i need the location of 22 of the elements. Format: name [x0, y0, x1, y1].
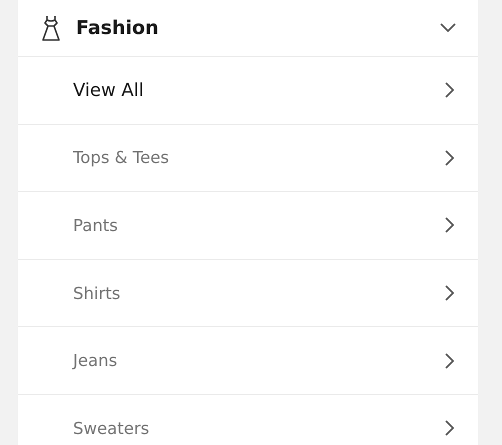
chevron-right-icon — [444, 285, 454, 302]
dress-icon — [40, 15, 62, 41]
menu-item[interactable]: Tops & Tees — [18, 124, 478, 192]
chevron-right-icon — [444, 352, 454, 369]
section-header[interactable]: Fashion — [18, 0, 478, 57]
menu-item[interactable]: Sweaters — [18, 394, 478, 445]
menu-item-label: Shirts — [73, 284, 122, 303]
chevron-right-icon — [444, 82, 454, 98]
menu-item-label: Tops & Tees — [73, 148, 170, 168]
menu-item[interactable]: Jeans — [18, 327, 478, 395]
chevron-down-icon[interactable] — [440, 23, 456, 33]
menu-item-label: Jeans — [73, 351, 118, 370]
menu-item[interactable]: Shirts — [18, 260, 478, 328]
section-title: Fashion — [76, 17, 160, 39]
menu-item[interactable]: View All — [18, 57, 478, 125]
menu-item[interactable]: Pants — [18, 192, 478, 260]
menu-item-label: Pants — [73, 216, 119, 235]
menu-item-label: View All — [73, 80, 145, 101]
menu-item-label: Sweaters — [73, 418, 150, 438]
chevron-right-icon — [444, 217, 454, 234]
chevron-right-icon — [444, 420, 454, 436]
chevron-right-icon — [444, 150, 454, 166]
